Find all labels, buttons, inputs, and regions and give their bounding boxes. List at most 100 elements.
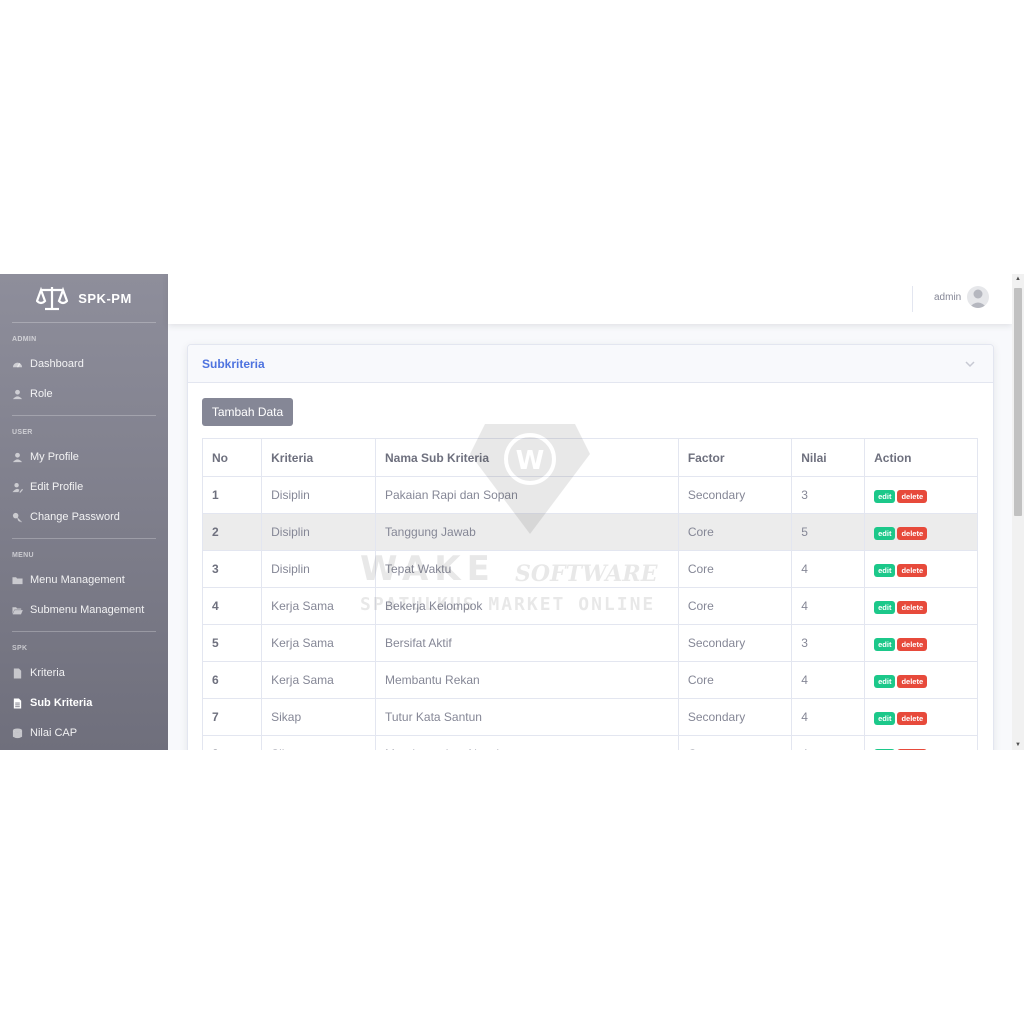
table-row: 6 Kerja Sama Membantu Rekan Core 4 edit delete: [201, 661, 978, 699]
nilai-cell: 3: [791, 624, 866, 662]
nama-sub-kriteria-cell: Mendengarkan Nasehat: [375, 735, 679, 750]
factor-cell: Secondary: [677, 698, 793, 736]
nilai-cell: 4: [791, 698, 866, 736]
folder-icon: [12, 576, 23, 584]
column-header-nama-sub-kriteria[interactable]: Nama Sub Kriteria: [375, 438, 679, 477]
user-icon: [12, 389, 23, 399]
action-cell: editdelete: [864, 698, 978, 736]
column-header-nilai[interactable]: Nilai: [791, 438, 866, 477]
no-cell: 3: [201, 550, 263, 588]
column-header-kriteria[interactable]: Kriteria: [261, 438, 376, 477]
column-header-action[interactable]: Action: [864, 438, 978, 477]
app-window: SPK-PM ADMIN Dashboard Role USER My Profile E…: [0, 274, 1024, 750]
delete-button[interactable]: delete: [897, 674, 928, 688]
edit-button[interactable]: edit: [874, 637, 896, 651]
subkriteria-table: No Kriteria Nama Sub Kriteria Factor Nilai Ac…: [201, 438, 978, 750]
sidebar-item-label: Change Password: [30, 511, 120, 523]
edit-button[interactable]: edit: [874, 711, 896, 725]
sidebar-item-label: Dashboard: [30, 358, 84, 370]
sidebar-item-kriteria[interactable]: Kriteria: [0, 658, 168, 688]
table-row: 4 Kerja Sama Bekerja Kelompok Core 4 edit dele…: [201, 587, 978, 625]
database-icon: [12, 727, 23, 738]
sidebar-item-change-password[interactable]: Change Password: [0, 502, 168, 532]
file-alt-icon: [13, 697, 22, 709]
no-cell: 7: [201, 698, 263, 736]
sidebar-item-label: Edit Profile: [30, 481, 84, 493]
sidebar-item-my-profile[interactable]: My Profile: [0, 442, 168, 472]
kriteria-cell: Kerja Sama: [261, 624, 376, 662]
delete-button[interactable]: delete: [897, 563, 928, 577]
delete-button[interactable]: delete: [897, 489, 928, 503]
sidebar-heading-spk: SPK: [12, 645, 28, 652]
factor-cell: Secondary: [677, 476, 793, 514]
subkriteria-card: Subkriteria Tambah Data No Kriteria Nama S…: [187, 344, 994, 750]
table-row: 7 Sikap Tutur Kata Santun Secondary 4 edit del…: [201, 698, 978, 736]
nama-sub-kriteria-cell: Bekerja Kelompok: [375, 587, 679, 625]
table-row: 5 Kerja Sama Bersifat Aktif Secondary 3 edit d…: [201, 624, 978, 662]
edit-button[interactable]: edit: [874, 748, 896, 750]
action-cell: editdelete: [864, 661, 978, 699]
edit-button[interactable]: edit: [874, 600, 896, 614]
chevron-down-icon[interactable]: [965, 359, 975, 369]
table-body: 1 Disiplin Pakaian Rapi dan Sopan Secondary…: [201, 476, 978, 750]
folder-open-icon: [12, 606, 23, 614]
table-row: 1 Disiplin Pakaian Rapi dan Sopan Secondary…: [201, 476, 978, 514]
edit-button[interactable]: edit: [874, 674, 896, 688]
scroll-down-arrow-icon[interactable]: ▼: [1015, 742, 1021, 748]
action-cell: editdelete: [864, 624, 978, 662]
column-header-factor[interactable]: Factor: [677, 438, 793, 477]
scroll-thumb[interactable]: [1014, 288, 1022, 516]
sidebar-item-edit-profile[interactable]: Edit Profile: [0, 472, 168, 502]
user-icon: [12, 452, 23, 462]
no-cell: 2: [201, 513, 263, 551]
user-avatar-icon: [969, 289, 987, 308]
nilai-cell: 5: [791, 513, 866, 551]
brand-name: SPK-PM: [78, 290, 132, 306]
scroll-up-arrow-icon[interactable]: ▲: [1015, 276, 1021, 282]
sidebar-item-label: Nilai CAP: [30, 727, 78, 739]
column-header-no[interactable]: No: [201, 438, 263, 477]
add-data-button[interactable]: Tambah Data: [202, 398, 293, 426]
factor-cell: Secondary: [677, 624, 793, 662]
sidebar-item-sub-kriteria[interactable]: Sub Kriteria: [0, 688, 168, 718]
nilai-cell: 4: [791, 735, 866, 750]
table-header-row: No Kriteria Nama Sub Kriteria Factor Nilai Ac…: [201, 438, 978, 477]
edit-button[interactable]: edit: [874, 563, 896, 577]
nilai-cell: 4: [791, 550, 866, 588]
user-edit-icon: [12, 482, 23, 493]
sidebar-item-submenu-management[interactable]: Submenu Management: [0, 595, 168, 625]
factor-cell: Core: [677, 661, 793, 699]
user-name[interactable]: admin: [934, 292, 961, 303]
edit-button[interactable]: edit: [874, 489, 896, 503]
sidebar-item-nilai-cap[interactable]: Nilai CAP: [0, 718, 168, 748]
factor-cell: Core: [677, 550, 793, 588]
factor-cell: Core: [677, 735, 793, 750]
nama-sub-kriteria-cell: Tanggung Jawab: [375, 513, 679, 551]
sidebar-item-menu-management[interactable]: Menu Management: [0, 565, 168, 595]
page-scrollbar[interactable]: ▲ ▼: [1012, 274, 1024, 750]
action-cell: editdelete: [864, 513, 978, 551]
delete-button[interactable]: delete: [897, 748, 928, 750]
card-header: Subkriteria: [188, 345, 993, 383]
delete-button[interactable]: delete: [897, 711, 928, 725]
delete-button[interactable]: delete: [897, 600, 928, 614]
delete-button[interactable]: delete: [897, 637, 928, 651]
sidebar-item-dashboard[interactable]: Dashboard: [0, 349, 168, 379]
nilai-cell: 3: [791, 476, 866, 514]
sidebar-item-role[interactable]: Role: [0, 379, 168, 409]
table-row: 3 Disiplin Tepat Waktu Core 4 edit delete: [201, 550, 978, 588]
edit-button[interactable]: edit: [874, 526, 896, 540]
avatar[interactable]: [967, 286, 989, 308]
no-cell: 5: [201, 624, 263, 662]
sidebar-brand[interactable]: SPK-PM: [0, 274, 168, 322]
action-cell: editdelete: [864, 587, 978, 625]
sidebar-item-label: Sub Kriteria: [30, 697, 93, 709]
topbar: admin: [168, 274, 1012, 324]
delete-button[interactable]: delete: [897, 526, 928, 540]
sidebar-heading-menu: MENU: [12, 552, 34, 559]
kriteria-cell: Disiplin: [261, 476, 376, 514]
tachometer-icon: [12, 362, 23, 368]
file-icon: [13, 667, 22, 679]
factor-cell: Core: [677, 513, 793, 551]
sidebar-heading-user: USER: [12, 429, 33, 436]
